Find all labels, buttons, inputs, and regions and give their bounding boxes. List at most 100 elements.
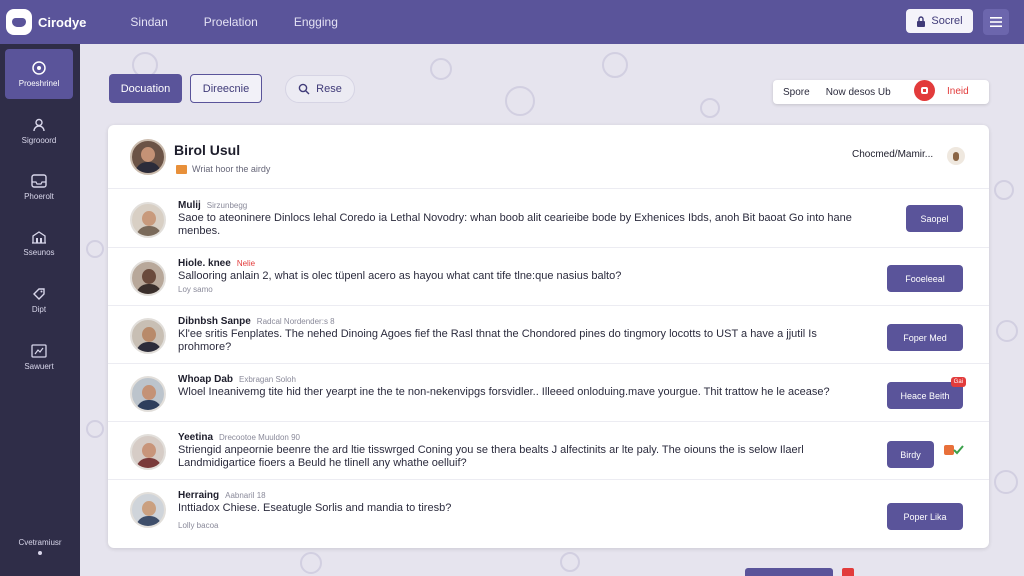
row-meta: Aabnaril 18 [225,491,266,500]
row-action-button[interactable]: Saopel [906,205,963,232]
person-icon[interactable] [947,147,965,165]
row-message: Kl'ee sritis Fenplates. The nehed Dinoin… [178,328,817,353]
list-item: Whoap Dab Exbragan Soloh Wloel Ineanivemg… [108,365,989,422]
row-action-button[interactable]: Foper Med [887,324,963,351]
list-item: Yeetina Drecootoe Muuldon 90 Striengid an… [108,423,989,480]
page-title: Birol Usul [174,142,241,158]
hamburger-icon [990,17,1002,27]
list-item: Hiole. knee Nelie Sallooring anlain 2, wh… [108,249,989,306]
search-button[interactable]: Rese [285,75,355,103]
avatar[interactable] [130,434,166,470]
avatar[interactable] [130,139,166,175]
row-meta: Radcal Nordender:s 8 [256,317,335,326]
conversation-card: Birol Usul Wriat hoor the airdy Chocmed/… [108,125,989,548]
sidebar-item-4[interactable]: Sseunos [5,218,73,268]
list-item: Herraing Aabnaril 18 Inttiadox Chiese. Es… [108,481,989,538]
lock-icon [917,15,926,27]
sidebar-item-label: Sigrooord [21,135,57,145]
row-author-name: Hiole. knee [178,258,231,269]
avatar[interactable] [130,260,166,296]
row-author-name: Dibnbsh Sanpe [178,316,251,327]
sidebar: Proeshrinel Sigrooord Phoerolt Sseunos D… [0,44,80,576]
invite-link[interactable]: Ineid [947,86,969,97]
sidebar-item-1[interactable]: Proeshrinel [5,49,73,99]
doodle-icon [560,552,580,572]
row-action-button[interactable]: Poper Lika [887,503,963,530]
compass-icon [32,60,46,75]
brand-logo-icon [6,9,32,35]
page-subtitle: Wriat hoor the airdy [176,164,270,174]
row-action-button[interactable]: Fooeleeal [887,265,963,292]
row-action-label: Heace Beith [900,390,950,401]
row-meta: Exbragan Soloh [239,375,296,384]
top-search-label: Socrel [931,15,963,27]
row-author: Hiole. knee Nelie [178,258,255,269]
right-toolbar: Spore Now desos Ub Ineid [773,80,989,104]
row-meta: Drecootoe Muuldon 90 [219,433,300,442]
avatar[interactable] [130,492,166,528]
avatar[interactable] [130,376,166,412]
building-icon [32,230,46,244]
row-action-button[interactable]: Heace Beith Gai [887,377,966,409]
chart-icon [31,343,47,358]
menu-button[interactable] [983,9,1009,35]
row-meta: Sirzunbegg [206,201,248,210]
sidebar-item-5[interactable]: Dipt [5,275,73,325]
header-right-label[interactable]: Chocmed/Mamir... [852,149,933,160]
row-author: Herraing Aabnaril 18 [178,490,266,501]
sidebar-item-label: Dipt [31,304,47,314]
documentation-button[interactable]: Docuation [109,74,182,103]
row-author: Dibnbsh Sanpe Radcal Nordender:s 8 [178,316,335,327]
bottom-bar-button[interactable] [745,568,833,576]
now-link[interactable]: Now desos Ub [826,87,891,98]
notification-icon[interactable] [914,80,935,101]
sidebar-item-label: Proeshrinel [18,78,60,88]
list-item: Mulij Sirzunbegg Saoe to ateoninere Dinlo… [108,191,989,248]
avatar[interactable] [130,202,166,238]
approve-check-icon[interactable] [944,443,964,457]
search-label: Rese [316,83,342,95]
doodle-icon [994,470,1018,494]
sidebar-item-3[interactable]: Phoerolt [5,162,73,212]
sidebar-item-6[interactable]: Sawuert [5,332,73,382]
doodle-icon [430,58,452,80]
row-author-name: Mulij [178,200,201,211]
row-message: Sallooring anlain 2, what is olec tüpenl… [178,270,622,282]
top-bar: Cirodye Sindan Proelation Engging Socrel [0,0,1024,44]
top-nav: Sindan Proelation Engging [130,15,373,29]
list-item: Dibnbsh Sanpe Radcal Nordender:s 8 Kl'ee … [108,307,989,364]
doodle-icon [505,86,535,116]
sidebar-item-2[interactable]: Sigrooord [5,106,73,156]
top-search-button[interactable]: Socrel [906,9,973,33]
brand[interactable]: Cirodye [6,9,86,35]
row-meta: Nelie [236,259,256,268]
row-author: Yeetina Drecootoe Muuldon 90 [178,432,300,443]
row-author-name: Whoap Dab [178,374,233,385]
new-badge: Gai [950,377,966,387]
doodle-icon [994,180,1014,200]
doodle-icon [300,552,322,574]
sidebar-item-label: Phoerolt [24,191,54,201]
top-nav-item-2[interactable]: Proelation [204,15,258,29]
doodle-icon [86,420,104,438]
row-subtext: Loy samo [178,285,213,294]
tag-icon [33,287,45,300]
avatar[interactable] [130,318,166,354]
page-subtitle-text: Wriat hoor the airdy [192,164,271,174]
sidebar-footer[interactable]: Cvetramiusr [0,538,80,555]
bottom-alert-icon [842,568,854,576]
sport-link[interactable]: Spore [783,87,810,98]
search-icon [298,83,310,95]
directory-button[interactable]: Direecnie [190,74,262,103]
row-message: Wloel Ineanivemg tite hid ther yearpt in… [178,386,830,398]
status-dot-icon [38,551,42,555]
doodle-icon [602,52,628,78]
row-message: Inttiadox Chiese. Eseatugle Sorlis and m… [178,502,452,514]
row-message: Saoe to ateoninere Dinlocs lehal Coredo … [178,212,852,237]
row-action-button[interactable]: Birdy [887,441,934,468]
row-author: Whoap Dab Exbragan Soloh [178,374,296,385]
top-nav-item-3[interactable]: Engging [294,15,338,29]
top-nav-item-1[interactable]: Sindan [130,15,167,29]
sidebar-footer-label: Cvetramiusr [18,538,62,547]
card-header: Birol Usul Wriat hoor the airdy Chocmed/… [108,125,989,189]
